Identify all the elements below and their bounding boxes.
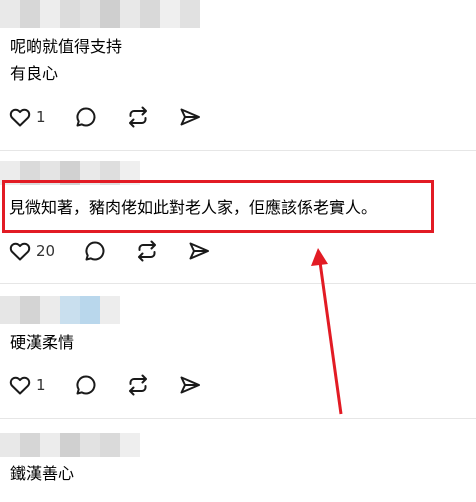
blurred-username <box>0 0 200 28</box>
repost-button[interactable] <box>126 105 150 129</box>
send-icon <box>178 105 202 129</box>
share-button[interactable] <box>187 239 211 263</box>
like-button[interactable]: 1 <box>8 373 46 397</box>
blurred-username <box>0 296 120 324</box>
repost-icon <box>135 239 159 263</box>
send-icon <box>178 373 202 397</box>
post-actions: 20 <box>8 239 211 263</box>
blurred-username <box>0 433 140 457</box>
comment-icon <box>74 373 98 397</box>
like-button[interactable]: 20 <box>8 239 55 263</box>
share-button[interactable] <box>178 105 202 129</box>
highlight-box <box>2 180 434 233</box>
like-count: 20 <box>36 242 56 260</box>
heart-icon <box>8 373 32 397</box>
comment-icon <box>74 105 98 129</box>
repost-button[interactable] <box>135 239 159 263</box>
post-3: 硬漢柔情 1 <box>0 284 476 418</box>
like-button[interactable]: 1 <box>8 105 46 129</box>
post-actions: 1 <box>8 105 202 129</box>
share-button[interactable] <box>178 373 202 397</box>
like-count: 1 <box>36 376 46 394</box>
post-actions: 1 <box>8 373 202 397</box>
comment-button[interactable] <box>83 239 107 263</box>
post-1: 呢啲就值得支持 有良心 1 <box>0 0 476 150</box>
post-text-line: 呢啲就值得支持 <box>10 37 123 56</box>
comment-button[interactable] <box>74 373 98 397</box>
heart-icon <box>8 105 32 129</box>
comment-button[interactable] <box>74 105 98 129</box>
post-text-line: 鐵漢善心 <box>10 464 75 483</box>
like-count: 1 <box>36 108 46 126</box>
heart-icon <box>8 239 32 263</box>
post-text-line: 有良心 <box>10 64 59 83</box>
send-icon <box>187 239 211 263</box>
comment-icon <box>83 239 107 263</box>
repost-icon <box>126 105 150 129</box>
repost-button[interactable] <box>126 373 150 397</box>
repost-icon <box>126 373 150 397</box>
post-text-line: 硬漢柔情 <box>10 333 75 352</box>
post-4: 鐵漢善心 <box>0 419 476 502</box>
